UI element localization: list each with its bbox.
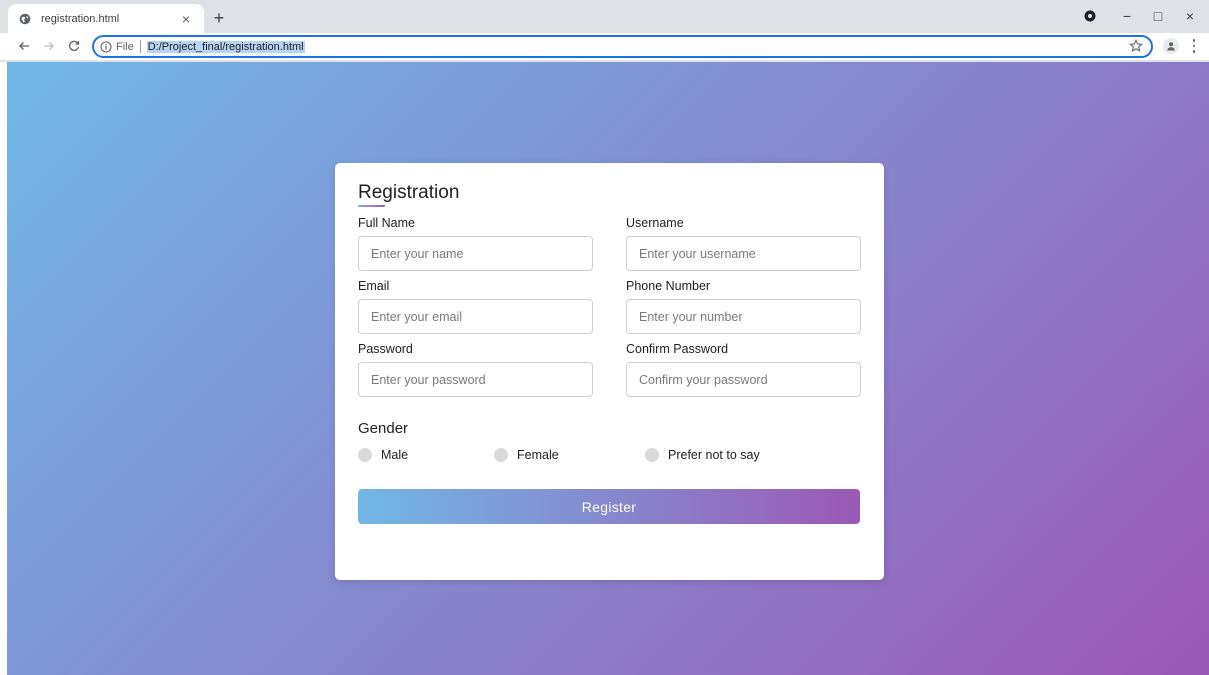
email-input[interactable] [358, 299, 593, 334]
extension-icon[interactable] [1078, 5, 1102, 27]
tab-strip: registration.html × + − □ × [0, 0, 1209, 33]
info-icon[interactable] [100, 40, 112, 53]
gender-label-male: Male [381, 448, 409, 462]
full-name-field: Full Name [358, 216, 593, 271]
reload-button[interactable] [64, 36, 84, 56]
gender-option-female[interactable]: Female [494, 448, 645, 462]
password-input[interactable] [358, 362, 593, 397]
address-bar[interactable]: File D:/Project_final/registration.html [92, 35, 1153, 58]
minimize-button[interactable]: − [1115, 5, 1139, 27]
gender-heading: Gender [358, 420, 409, 437]
radio-prefer-not[interactable] [645, 448, 659, 462]
arrow-left-icon [19, 42, 29, 50]
close-window-button[interactable]: × [1178, 5, 1202, 27]
phone-number-field: Phone Number [626, 279, 861, 334]
password-label: Password [358, 342, 413, 356]
radio-female[interactable] [494, 448, 508, 462]
forward-button[interactable] [39, 36, 59, 56]
gender-option-male[interactable]: Male [358, 448, 494, 462]
url-text[interactable]: D:/Project_final/registration.html [146, 40, 305, 53]
gender-option-prefer-not[interactable]: Prefer not to say [645, 448, 760, 462]
star-icon[interactable] [1128, 38, 1144, 53]
browser-toolbar: File D:/Project_final/registration.html [0, 33, 1209, 60]
tab-title: registration.html [41, 12, 120, 25]
confirm-password-label: Confirm Password [626, 342, 729, 356]
form-fields: Full Name Username Email Phone Number Pa… [358, 216, 861, 405]
gender-label-female: Female [517, 448, 559, 462]
url-separator [139, 40, 141, 53]
password-field: Password [358, 342, 593, 397]
username-field: Username [626, 216, 861, 271]
email-label: Email [358, 279, 390, 293]
new-tab-button[interactable]: + [208, 7, 230, 29]
registration-card: Registration Full Name Username Email Ph… [335, 163, 884, 580]
browser-chrome: registration.html × + − □ × File D:/Proj… [0, 0, 1209, 62]
register-button[interactable]: Register [358, 489, 860, 524]
confirm-password-field: Confirm Password [626, 342, 861, 397]
phone-number-input[interactable] [626, 299, 861, 334]
confirm-password-input[interactable] [626, 362, 861, 397]
globe-icon [18, 12, 32, 26]
username-label: Username [626, 216, 684, 230]
reload-icon [69, 40, 80, 51]
person-icon[interactable] [1163, 38, 1179, 54]
email-field: Email [358, 279, 593, 334]
phone-number-label: Phone Number [626, 279, 711, 293]
full-name-label: Full Name [358, 216, 415, 230]
page-title: Registration [358, 182, 459, 207]
tab-close-icon[interactable]: × [178, 11, 194, 27]
page-background: Registration Full Name Username Email Ph… [7, 62, 1209, 675]
gender-label-prefer-not: Prefer not to say [668, 448, 760, 462]
url-scheme: File [116, 40, 134, 53]
browser-tab[interactable]: registration.html × [8, 4, 204, 33]
arrow-right-icon [44, 42, 54, 50]
username-input[interactable] [626, 236, 861, 271]
radio-male[interactable] [358, 448, 372, 462]
full-name-input[interactable] [358, 236, 593, 271]
restore-button[interactable]: □ [1146, 5, 1170, 27]
gender-options: Male Female Prefer not to say [358, 447, 861, 463]
back-button[interactable] [14, 36, 34, 56]
kebab-menu-icon[interactable] [1189, 38, 1199, 54]
